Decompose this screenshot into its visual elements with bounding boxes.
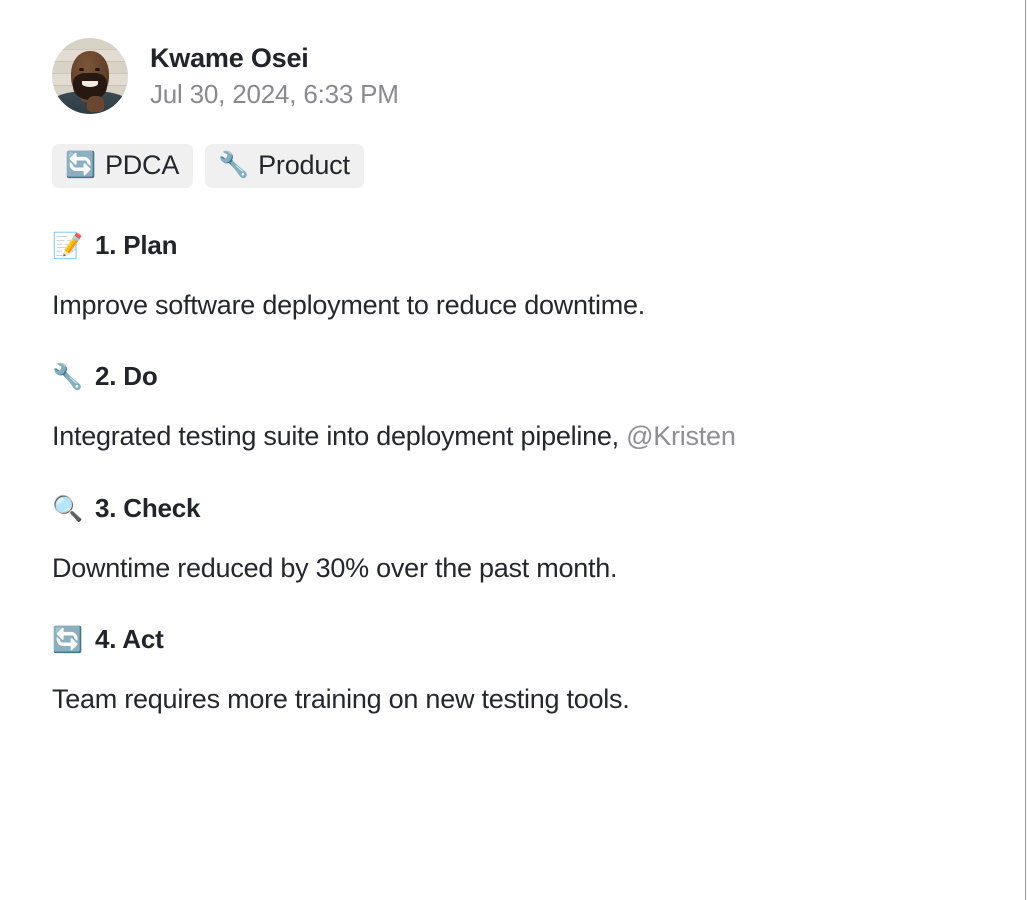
section-heading-act: 🔄 4. Act [52,624,985,655]
tag-chip-label: Product [258,150,350,180]
arrows-counterclockwise-icon: 🔄 [52,626,83,655]
memo-icon: 📝 [52,232,83,260]
section-heading-label: 3. Check [94,492,201,523]
wrench-icon: 🔧 [52,363,83,392]
panel-right-edge [1025,0,1026,900]
note-timestamp: Jul 30, 2024, 6:33 PM [150,78,399,109]
section-body-check: Downtime reduced by 30% over the past mo… [52,552,985,584]
section-body-plan: Improve software deployment to reduce do… [52,289,985,321]
note-header: Kwame Osei Jul 30, 2024, 6:33 PM [52,38,985,114]
section-body-text: Integrated testing suite into deployment… [52,421,627,452]
section-heading-do: 🔧 2. Do [52,361,985,392]
tag-chip-label: PDCA [104,150,180,180]
note-card: Kwame Osei Jul 30, 2024, 6:33 PM 🔄 PDCA … [0,0,1025,900]
tag-row: 🔄 PDCA 🔧 Product [52,144,985,188]
header-text: Kwame Osei Jul 30, 2024, 6:33 PM [150,42,399,109]
tag-chip-pdca[interactable]: 🔄 PDCA [52,144,194,188]
section-body-text: Improve software deployment to reduce do… [52,290,646,320]
section-body-do: Integrated testing suite into deployment… [52,420,985,452]
wrench-icon: 🔧 [218,151,250,179]
magnifying-glass-icon: 🔍 [52,494,83,523]
section-body-act: Team requires more training on new testi… [52,683,985,715]
section-heading-label: 1. Plan [94,230,178,260]
section-body-text: Downtime reduced by 30% over the past mo… [52,552,618,583]
note-body: 📝 1. Plan Improve software deployment to… [52,230,985,716]
avatar[interactable] [52,38,128,114]
avatar-hand [86,95,104,113]
section-heading-check: 🔍 3. Check [52,493,985,524]
section-heading-label: 2. Do [94,361,158,392]
section-heading-plan: 📝 1. Plan [52,230,985,261]
tag-chip-product[interactable]: 🔧 Product [205,144,364,188]
section-body-text: Team requires more training on new testi… [52,684,630,715]
arrows-counterclockwise-icon: 🔄 [65,151,96,179]
section-heading-label: 4. Act [94,624,164,655]
mention-kristen[interactable]: @Kristen [626,421,736,451]
author-name: Kwame Osei [150,42,309,73]
